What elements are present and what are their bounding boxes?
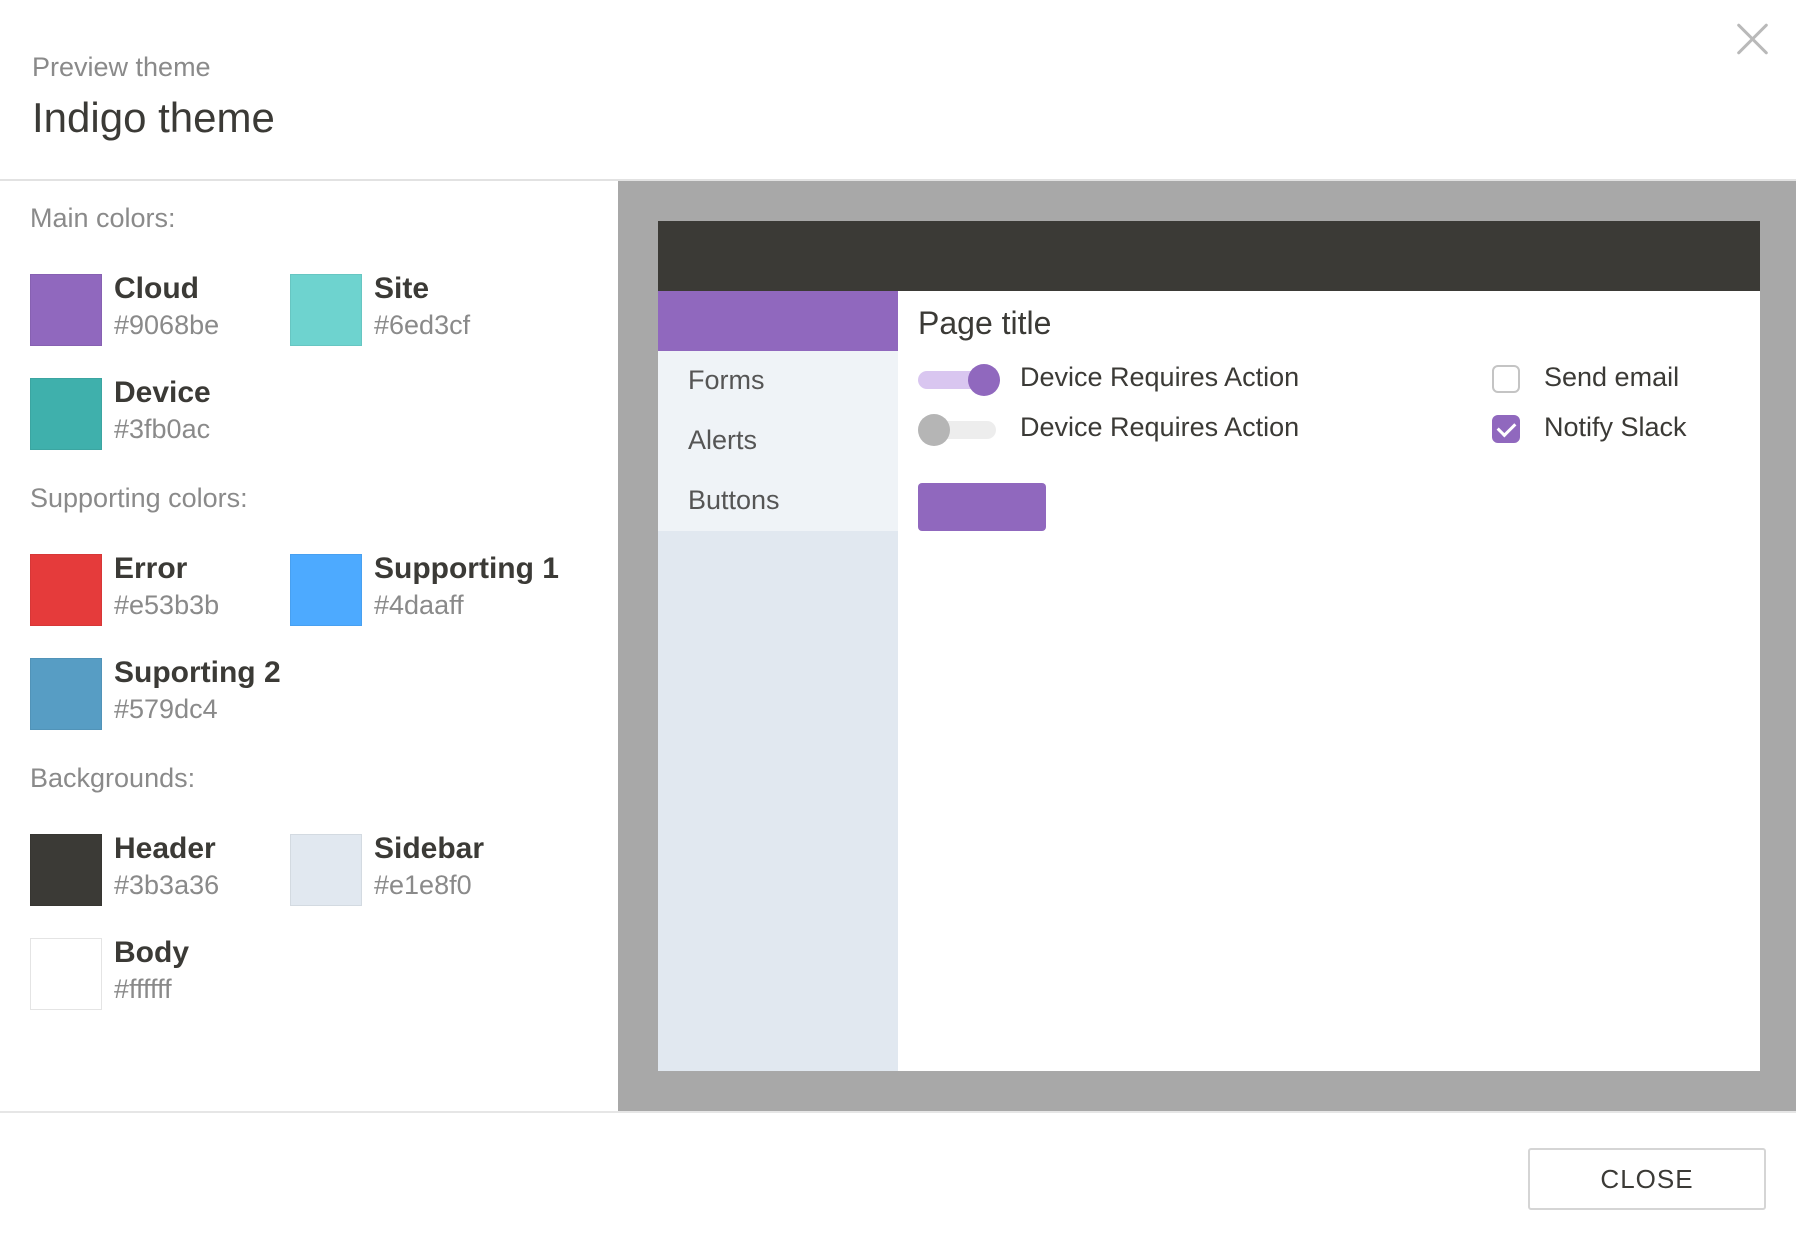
preview-theme-modal: Preview theme Indigo theme Main colors: … xyxy=(0,0,1796,1240)
notify-slack-label: Notify Slack xyxy=(1544,412,1687,442)
color-hex: #4daaff xyxy=(374,590,464,620)
color-item-body: Body #ffffff xyxy=(30,936,290,1012)
send-email-label: Send email xyxy=(1544,362,1680,392)
main-colors-label: Main colors: xyxy=(30,203,176,233)
color-name: Header xyxy=(114,832,216,865)
preview-primary-button[interactable] xyxy=(918,483,1046,531)
color-swatch xyxy=(30,938,102,1010)
color-name: Cloud xyxy=(114,272,199,305)
color-item-cloud: Cloud #9068be xyxy=(30,272,290,348)
preview-sidebar-active-item[interactable] xyxy=(658,291,898,351)
color-swatch xyxy=(30,658,102,730)
preview-content: Page title Device Requires Action Device… xyxy=(898,291,1760,1071)
color-hex: #579dc4 xyxy=(114,694,218,724)
color-item-device: Device #3fb0ac xyxy=(30,376,290,452)
modal-footer: CLOSE xyxy=(0,1111,1796,1240)
close-icon[interactable] xyxy=(1736,22,1770,56)
toggle-switch-on[interactable] xyxy=(918,364,1000,396)
modal-kicker: Preview theme xyxy=(32,52,211,82)
color-hex: #ffffff xyxy=(114,974,172,1004)
color-swatch xyxy=(30,274,102,346)
color-swatch xyxy=(30,554,102,626)
preview-frame: Forms Alerts Buttons Page title Device R… xyxy=(658,221,1760,1071)
preview-nav: Forms Alerts Buttons xyxy=(658,351,898,531)
color-item-header: Header #3b3a36 xyxy=(30,832,290,908)
color-swatch xyxy=(30,378,102,450)
preview-page-title: Page title xyxy=(918,305,1052,341)
toggle-label: Device Requires Action xyxy=(1020,362,1300,392)
notify-slack-checkbox[interactable] xyxy=(1492,415,1520,443)
send-email-checkbox[interactable] xyxy=(1492,365,1520,393)
preview-nav-buttons[interactable]: Buttons xyxy=(688,485,780,516)
color-hex: #3b3a36 xyxy=(114,870,220,900)
toggle-switch-off[interactable] xyxy=(918,414,1000,446)
color-item-sidebar: Sidebar #e1e8f0 xyxy=(290,832,550,908)
color-name: Suporting 2 xyxy=(114,656,281,689)
modal-header: Preview theme Indigo theme xyxy=(0,0,1796,181)
modal-title: Indigo theme xyxy=(32,94,275,141)
preview-nav-alerts[interactable]: Alerts xyxy=(688,425,757,456)
color-swatch xyxy=(290,834,362,906)
backgrounds-label: Backgrounds: xyxy=(30,763,196,793)
theme-preview-area: Forms Alerts Buttons Page title Device R… xyxy=(618,181,1796,1111)
color-name: Body xyxy=(114,936,189,969)
color-item-supporting-2: Suporting 2 #579dc4 xyxy=(30,656,290,732)
preview-header-bar xyxy=(658,221,1760,291)
color-hex: #3fb0ac xyxy=(114,414,211,444)
color-name: Supporting 1 xyxy=(374,552,559,585)
color-name: Device xyxy=(114,376,211,409)
close-button[interactable]: CLOSE xyxy=(1528,1148,1766,1210)
color-hex: #e53b3b xyxy=(114,590,220,620)
toggle-knob xyxy=(918,414,950,446)
preview-nav-forms[interactable]: Forms xyxy=(688,365,765,396)
color-item-error: Error #e53b3b xyxy=(30,552,290,628)
color-name: Sidebar xyxy=(374,832,485,865)
color-item-site: Site #6ed3cf xyxy=(290,272,550,348)
color-name: Error xyxy=(114,552,188,585)
toggle-knob xyxy=(968,364,1000,396)
color-item-supporting-1: Supporting 1 #4daaff xyxy=(290,552,559,628)
color-name: Site xyxy=(374,272,430,305)
color-hex: #6ed3cf xyxy=(374,310,471,340)
color-swatch xyxy=(290,274,362,346)
supporting-colors-label: Supporting colors: xyxy=(30,483,248,513)
preview-sidebar: Forms Alerts Buttons xyxy=(658,291,898,1071)
color-hex: #e1e8f0 xyxy=(374,870,472,900)
toggle-label: Device Requires Action xyxy=(1020,412,1300,442)
color-swatch xyxy=(30,834,102,906)
color-swatch xyxy=(290,554,362,626)
color-palette-panel: Main colors: Cloud #9068be Site #6ed3cf … xyxy=(0,181,618,1111)
color-hex: #9068be xyxy=(114,310,220,340)
